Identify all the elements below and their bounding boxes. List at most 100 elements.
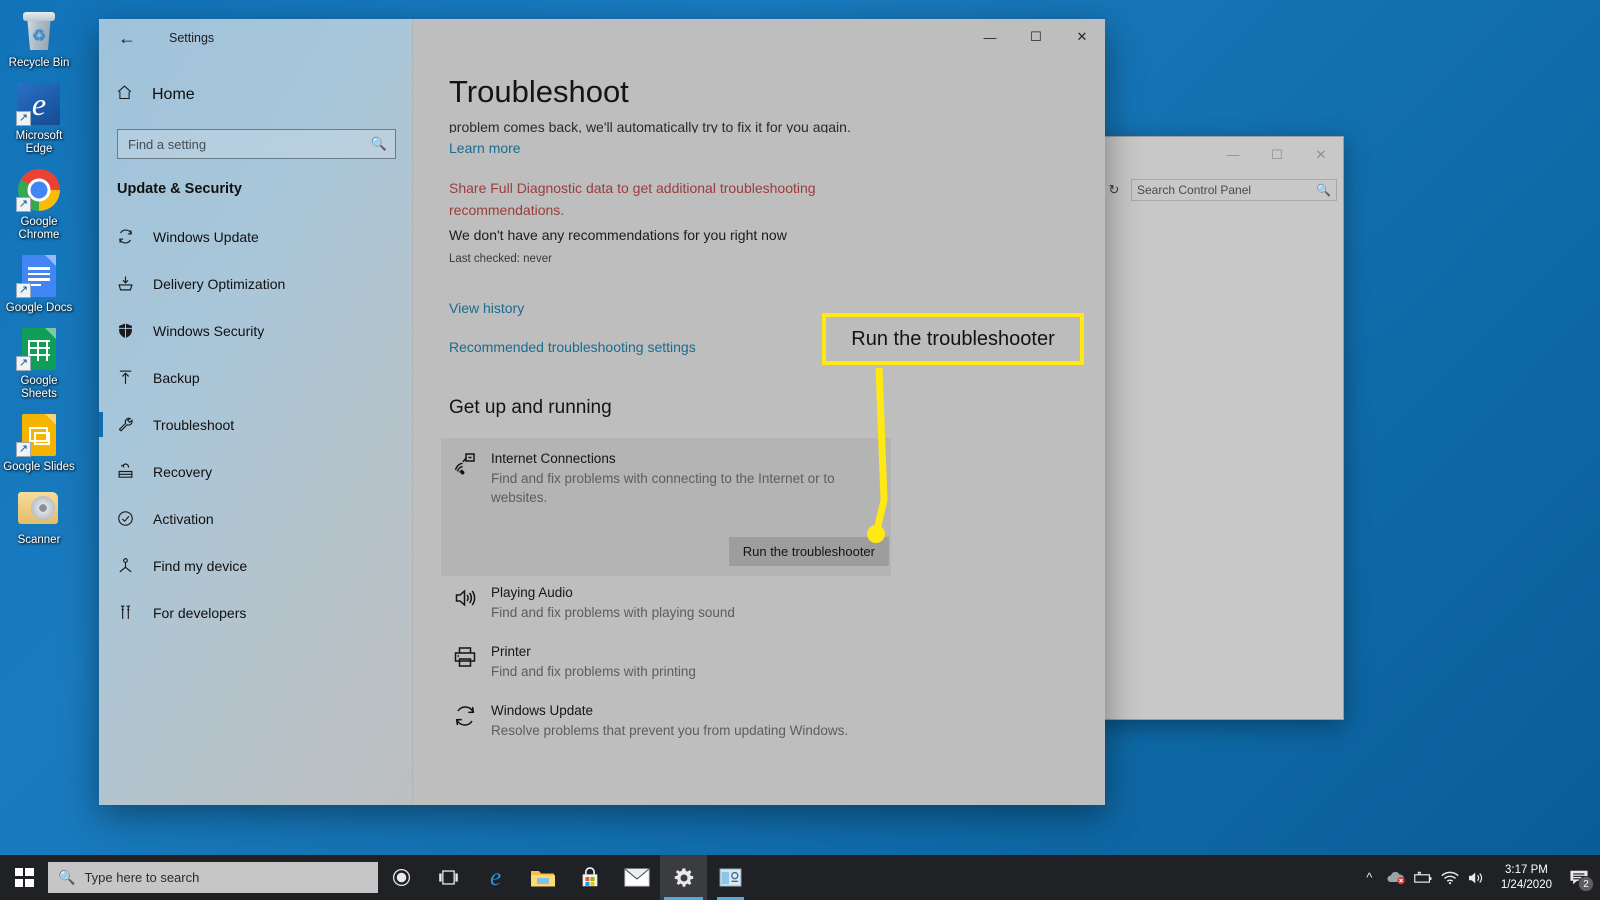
no-recommendations-text: We don't have any recommendations for yo… xyxy=(449,227,787,243)
sidebar-item-windows-update[interactable]: Windows Update xyxy=(99,213,412,260)
sidebar-category-title: Update & Security xyxy=(117,181,242,197)
shortcut-arrow-icon: ↗ xyxy=(16,197,31,212)
shortcut-arrow-icon: ↗ xyxy=(16,111,31,126)
settings-window-controls: — ☐ ✕ xyxy=(967,19,1105,55)
sidebar-item-label: Backup xyxy=(153,369,200,386)
sidebar-item-windows-security[interactable]: Windows Security xyxy=(99,307,412,354)
control-panel-search-input[interactable]: Search Control Panel 🔍 xyxy=(1131,179,1337,201)
sidebar-item-label: Delivery Optimization xyxy=(153,275,286,292)
onedrive-error-icon[interactable] xyxy=(1383,855,1410,900)
volume-icon[interactable] xyxy=(1464,855,1491,900)
google-sheets-icon: ↗ xyxy=(16,326,62,372)
troubleshooter-row-playing-audio[interactable]: Playing Audio Find and fix problems with… xyxy=(441,584,891,622)
settings-icon[interactable] xyxy=(660,855,707,900)
google-docs-icon: ↗ xyxy=(16,253,62,299)
shortcut-arrow-icon: ↗ xyxy=(16,356,31,371)
taskbar: 🔍 Type here to search e ^ 3:17 PM 1/24/2… xyxy=(0,855,1600,900)
shield-icon xyxy=(117,322,147,339)
settings-titlebar: ← Settings xyxy=(99,19,412,57)
view-history-link[interactable]: View history xyxy=(449,300,524,316)
troubleshooter-card-internet-connections[interactable]: Internet Connections Find and fix proble… xyxy=(441,438,891,576)
close-button[interactable]: ✕ xyxy=(1059,19,1105,55)
run-the-troubleshooter-button[interactable]: Run the troubleshooter xyxy=(728,537,889,566)
sidebar-item-delivery-optimization[interactable]: Delivery Optimization xyxy=(99,260,412,307)
troubleshoot-scroll-area[interactable]: problem comes back, we'll automatically … xyxy=(413,19,1105,805)
search-placeholder: Search Control Panel xyxy=(1137,183,1252,197)
clock-time: 3:17 PM xyxy=(1505,863,1548,876)
search-placeholder: Type here to search xyxy=(84,870,200,885)
sidebar-item-recovery[interactable]: Recovery xyxy=(99,448,412,495)
desktop-icon-google-slides[interactable]: ↗ Google Slides xyxy=(1,412,77,474)
microsoft-store-icon[interactable] xyxy=(566,855,613,900)
sidebar-nav-list: Windows Update Delivery Optimization Win… xyxy=(99,213,412,636)
task-view-icon[interactable] xyxy=(425,855,472,900)
start-button[interactable] xyxy=(0,855,48,900)
desktop-icon-scanner[interactable]: Scanner xyxy=(1,485,77,547)
edge-icon: e ↗ xyxy=(16,81,62,127)
printer-icon xyxy=(453,643,491,681)
speaker-icon xyxy=(453,584,491,622)
troubleshooter-name: Printer xyxy=(491,644,531,659)
sidebar-item-label: Find my device xyxy=(153,557,248,574)
sidebar-item-label: Recovery xyxy=(153,463,213,480)
file-explorer-icon[interactable] xyxy=(519,855,566,900)
control-panel-body xyxy=(1099,207,1343,719)
learn-more-link[interactable]: Learn more xyxy=(449,140,521,156)
desktop-icon-google-sheets[interactable]: ↗ Google Sheets xyxy=(1,326,77,401)
back-button[interactable]: ← xyxy=(109,23,145,53)
edge-icon[interactable]: e xyxy=(472,855,519,900)
settings-window[interactable]: ← Settings Home Find a setting 🔍 Update … xyxy=(99,19,1105,805)
sidebar-item-activation[interactable]: Activation xyxy=(99,495,412,542)
desktop-icon-google-docs[interactable]: ↗ Google Docs xyxy=(1,253,77,315)
sync-icon xyxy=(453,702,491,740)
recovery-icon xyxy=(117,463,147,480)
action-center-icon[interactable]: 2 xyxy=(1562,855,1596,900)
maximize-button[interactable]: ☐ xyxy=(1013,19,1059,55)
battery-icon[interactable] xyxy=(1410,855,1437,900)
find-device-icon xyxy=(117,557,147,574)
sidebar-item-find-my-device[interactable]: Find my device xyxy=(99,542,412,589)
last-checked-text: Last checked: never xyxy=(449,253,552,265)
diagnostic-data-link[interactable]: Share Full Diagnostic data to get additi… xyxy=(449,177,899,221)
sidebar-item-label: Troubleshoot xyxy=(153,416,235,433)
minimize-button[interactable]: — xyxy=(967,19,1013,55)
desktop-icon-microsoft-edge[interactable]: e ↗ Microsoft Edge xyxy=(1,81,77,156)
check-circle-icon xyxy=(117,510,147,527)
recommended-settings-link[interactable]: Recommended troubleshooting settings xyxy=(449,339,696,355)
close-button[interactable]: ✕ xyxy=(1299,137,1343,172)
troubleshooter-row-windows-update[interactable]: Windows Update Resolve problems that pre… xyxy=(441,702,891,740)
control-panel-titlebar[interactable]: — ☐ ✕ xyxy=(1099,137,1343,173)
control-panel-icon[interactable] xyxy=(707,855,754,900)
cortana-icon[interactable] xyxy=(378,855,425,900)
control-panel-window[interactable]: — ☐ ✕ ↻ Search Control Panel 🔍 xyxy=(1098,136,1344,720)
clock-date: 1/24/2020 xyxy=(1500,878,1552,891)
chevron-up-icon[interactable]: ^ xyxy=(1356,855,1383,900)
sidebar-item-for-developers[interactable]: For developers xyxy=(99,589,412,636)
troubleshooter-name: Playing Audio xyxy=(491,585,573,600)
settings-search-input[interactable]: Find a setting 🔍 xyxy=(117,129,396,159)
desktop-icon-label: Scanner xyxy=(17,534,61,546)
troubleshooter-description: Find and fix problems with playing sound xyxy=(491,605,735,620)
settings-main-content: — ☐ ✕ problem comes back, we'll automati… xyxy=(413,19,1105,805)
minimize-button[interactable]: — xyxy=(1211,137,1255,172)
search-icon: 🔍 xyxy=(370,136,387,151)
sidebar-item-label: Home xyxy=(152,86,195,103)
desktop-icon-recycle-bin[interactable]: ♻ Recycle Bin xyxy=(1,8,77,70)
sidebar-item-troubleshoot[interactable]: Troubleshoot xyxy=(99,401,412,448)
refresh-icon[interactable]: ↻ xyxy=(1103,179,1125,201)
desktop-icon-google-chrome[interactable]: ↗ Google Chrome xyxy=(1,167,77,242)
sidebar-item-backup[interactable]: Backup xyxy=(99,354,412,401)
settings-sidebar: ← Settings Home Find a setting 🔍 Update … xyxy=(99,19,413,805)
sidebar-item-home[interactable]: Home xyxy=(99,75,412,115)
wifi-connection-icon xyxy=(453,450,491,507)
wifi-icon[interactable] xyxy=(1437,855,1464,900)
search-icon: 🔍 xyxy=(58,869,76,885)
taskbar-search-input[interactable]: 🔍 Type here to search xyxy=(48,862,378,893)
maximize-button[interactable]: ☐ xyxy=(1255,137,1299,172)
mail-icon[interactable] xyxy=(613,855,660,900)
clock[interactable]: 3:17 PM 1/24/2020 xyxy=(1491,855,1562,900)
desktop-icon-label: Recycle Bin xyxy=(8,57,70,69)
troubleshooter-row-printer[interactable]: Printer Find and fix problems with print… xyxy=(441,643,891,681)
shortcut-arrow-icon: ↗ xyxy=(16,442,31,457)
page-title: Troubleshoot xyxy=(449,74,629,109)
